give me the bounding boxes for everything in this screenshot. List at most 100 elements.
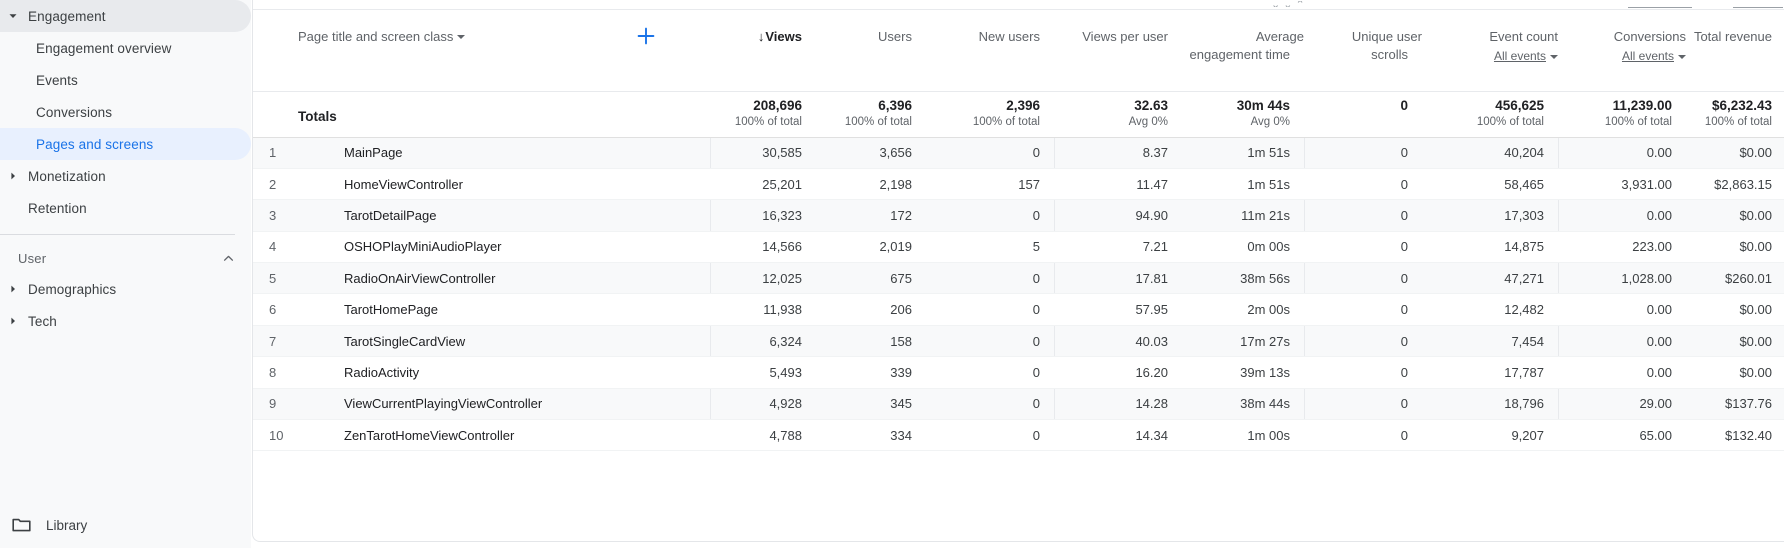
event-count-selector-label: All events xyxy=(1493,49,1546,63)
row-cell-new-users: 0 xyxy=(926,325,1054,358)
row-dimension[interactable]: RadioActivity xyxy=(299,356,710,389)
table-row[interactable]: 4 OSHOPlayMiniAudioPlayer 14,566 2,019 5 7.21… xyxy=(253,231,1784,264)
sidebar-item-demographics[interactable]: Demographics xyxy=(0,273,251,305)
row-cell-new-users: 0 xyxy=(926,293,1054,326)
event-count-event-selector[interactable]: All events xyxy=(1422,47,1558,65)
totals-subvalue-total-revenue: 100% of total xyxy=(1704,115,1772,128)
row-cell-unique-user-scrolls: 0 xyxy=(1304,388,1422,421)
column-header-new-users[interactable]: New users xyxy=(926,11,1054,92)
chevron-down-icon xyxy=(457,35,466,39)
row-cell-conversions: 0.00 xyxy=(1558,293,1686,326)
sidebar-item-engagement[interactable]: Engagement xyxy=(0,0,251,32)
column-header-unique-user-scrolls[interactable]: Unique user scrolls xyxy=(1304,11,1422,92)
conversions-selector-label: All events xyxy=(1621,49,1674,63)
sidebar-item-monetization[interactable]: Monetization xyxy=(0,160,251,192)
sort-descending-icon: ↓ xyxy=(757,29,765,44)
row-cell-total-revenue: $0.00 xyxy=(1686,231,1784,264)
column-header-views-per-user[interactable]: Views per user xyxy=(1054,11,1182,92)
row-cell-avg-engagement-time: 1m 51s xyxy=(1182,137,1304,169)
totals-cell-views-per-user: 32.63 Avg 0% xyxy=(1054,91,1182,138)
sidebar-item-tech[interactable]: Tech xyxy=(0,305,251,337)
row-cell-avg-engagement-time: 39m 13s xyxy=(1182,356,1304,389)
row-cell-event-count: 17,787 xyxy=(1422,356,1558,389)
row-cell-views-per-user: 57.95 xyxy=(1054,293,1182,326)
row-dimension[interactable]: TarotDetailPage xyxy=(299,199,710,232)
row-cell-conversions: 3,931.00 xyxy=(1558,168,1686,201)
totals-cell-unique-user-scrolls: 0 xyxy=(1304,91,1422,138)
table-row[interactable]: 5 RadioOnAirViewController 12,025 675 0 17.81… xyxy=(253,262,1784,295)
row-cell-views-per-user: 8.37 xyxy=(1054,137,1182,169)
column-label-conversions: Conversions xyxy=(1613,29,1686,44)
row-dimension[interactable]: ZenTarotHomeViewController xyxy=(299,419,710,452)
table-row[interactable]: 1 MainPage 30,585 3,656 0 8.37 1m 51s 0 40,204 0.… xyxy=(253,137,1784,169)
table-row[interactable]: 3 TarotDetailPage 16,323 172 0 94.90 11m 21s 0 1… xyxy=(253,199,1784,232)
row-rank: 3 xyxy=(253,199,299,232)
row-dimension[interactable]: MainPage xyxy=(299,137,710,169)
row-dimension[interactable]: TarotHomePage xyxy=(299,293,710,326)
row-rank: 1 xyxy=(253,137,299,169)
row-cell-users: 172 xyxy=(816,199,926,232)
pages-and-screens-table: Page title and screen class ↓Views Users… xyxy=(253,11,1784,452)
column-label-views: Views xyxy=(765,29,802,44)
column-header-users[interactable]: Users xyxy=(816,11,926,92)
row-dimension[interactable]: OSHOPlayMiniAudioPlayer xyxy=(299,231,710,264)
pages-and-screens-table-card: ⌄ ⌄ ⌃ Page title and screen class ↓Views… xyxy=(252,0,1784,542)
table-row[interactable]: 9 ViewCurrentPlayingViewController 4,928 34… xyxy=(253,388,1784,421)
sidebar-divider xyxy=(0,234,235,235)
row-cell-avg-engagement-time: 1m 51s xyxy=(1182,168,1304,201)
row-rank: 7 xyxy=(253,325,299,358)
column-header-total-revenue[interactable]: Total revenue xyxy=(1686,11,1784,92)
row-cell-conversions: 223.00 xyxy=(1558,231,1686,264)
sidebar-label-monetization: Monetization xyxy=(28,168,106,184)
row-cell-views-per-user: 11.47 xyxy=(1054,168,1182,201)
column-header-event-count[interactable]: Event count All events xyxy=(1422,11,1558,92)
row-rank: 5 xyxy=(253,262,299,295)
conversions-event-selector[interactable]: All events xyxy=(1558,47,1686,65)
column-header-average-engagement-time[interactable]: Average engagement time xyxy=(1182,11,1304,92)
row-cell-total-revenue: $2,863.15 xyxy=(1686,168,1784,201)
row-cell-views-per-user: 17.81 xyxy=(1054,262,1182,295)
column-header-dimension[interactable]: Page title and screen class xyxy=(253,11,582,92)
totals-value-avg-engagement-time: 30m 44s xyxy=(1236,97,1290,113)
column-header-conversions[interactable]: Conversions All events xyxy=(1558,11,1686,92)
row-cell-conversions: 0.00 xyxy=(1558,199,1686,232)
row-cell-conversions: 0.00 xyxy=(1558,137,1686,169)
sidebar-item-retention[interactable]: Retention xyxy=(0,192,251,224)
row-cell-users: 2,198 xyxy=(816,168,926,201)
totals-subvalue-new-users: 100% of total xyxy=(972,115,1040,128)
sidebar-item-events[interactable]: Events xyxy=(0,64,251,96)
totals-subvalue-users: 100% of total xyxy=(844,115,912,128)
table-row[interactable]: 6 TarotHomePage 11,938 206 0 57.95 2m 00s 0 12,4… xyxy=(253,293,1784,326)
row-cell-views-per-user: 14.34 xyxy=(1054,419,1182,452)
row-dimension[interactable]: TarotSingleCardView xyxy=(299,325,710,358)
sidebar-item-library[interactable]: Library xyxy=(0,502,251,548)
plus-icon[interactable] xyxy=(633,23,659,49)
table-row[interactable]: 2 HomeViewController 25,201 2,198 157 11.47 1m… xyxy=(253,168,1784,201)
sidebar-label-demographics: Demographics xyxy=(28,281,117,297)
row-dimension[interactable]: HomeViewController xyxy=(299,168,710,201)
sidebar-item-conversions[interactable]: Conversions xyxy=(0,96,251,128)
row-rank: 4 xyxy=(253,231,299,264)
column-label-unique-user-scrolls: Unique user scrolls xyxy=(1351,29,1422,62)
table-row[interactable]: 7 TarotSingleCardView 6,324 158 0 40.03 17m 27… xyxy=(253,325,1784,358)
sidebar-section-user[interactable]: User xyxy=(0,243,251,273)
chevron-down-icon xyxy=(2,11,24,21)
totals-value-unique-user-scrolls: 0 xyxy=(1400,97,1408,113)
row-cell-unique-user-scrolls: 0 xyxy=(1304,231,1422,264)
row-rank: 9 xyxy=(253,388,299,421)
row-dimension[interactable]: ViewCurrentPlayingViewController xyxy=(299,388,710,421)
row-cell-new-users: 0 xyxy=(926,419,1054,452)
table-body: Totals 208,696 100% of total 6,396 100% of t… xyxy=(253,91,1784,452)
row-cell-new-users: 0 xyxy=(926,356,1054,389)
sidebar-item-pages-and-screens[interactable]: Pages and screens xyxy=(0,128,251,160)
table-row[interactable]: 10 ZenTarotHomeViewController 4,788 334 0 14.… xyxy=(253,419,1784,452)
table-row[interactable]: 8 RadioActivity 5,493 339 0 16.20 39m 13s 0 17,7… xyxy=(253,356,1784,389)
add-dimension-cell xyxy=(582,11,710,92)
row-dimension[interactable]: RadioOnAirViewController xyxy=(299,262,710,295)
row-cell-unique-user-scrolls: 0 xyxy=(1304,168,1422,201)
sidebar-item-engagement-overview[interactable]: Engagement overview xyxy=(0,32,251,64)
column-header-views[interactable]: ↓Views xyxy=(710,11,816,92)
sidebar-label-engagement-overview: Engagement overview xyxy=(36,40,172,56)
chevron-down-icon xyxy=(1678,55,1686,59)
totals-cell-views: 208,696 100% of total xyxy=(710,91,816,138)
